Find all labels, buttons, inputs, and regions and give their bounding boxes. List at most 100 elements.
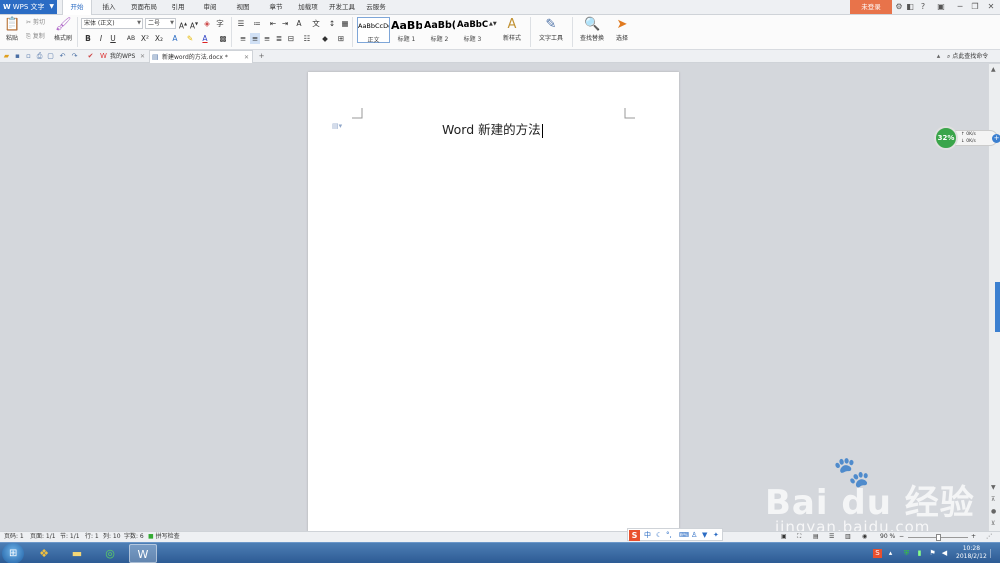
- align-center-icon[interactable]: ≡: [250, 33, 260, 44]
- clear-format-icon[interactable]: ◈: [202, 18, 212, 29]
- tab-chapter[interactable]: 章节: [263, 0, 289, 15]
- document-page[interactable]: ▤▾ Word 新建的方法: [308, 72, 679, 532]
- font-name-select[interactable]: 宋体 (正文) ▼: [81, 18, 143, 29]
- tab-cloud[interactable]: 云服务: [362, 0, 390, 15]
- text-tools-button[interactable]: ✎ 文字工具: [534, 17, 568, 42]
- settings-icon[interactable]: ⚙: [894, 2, 904, 12]
- bullet-list-icon[interactable]: ☰: [236, 18, 246, 29]
- help-icon[interactable]: ?: [918, 2, 928, 12]
- tab-addins[interactable]: 加载项: [294, 0, 322, 15]
- ime-user-icon[interactable]: ♙: [691, 530, 697, 541]
- side-panel-toggle[interactable]: [995, 282, 1000, 332]
- ime-toolbar[interactable]: S 中 ☾ °, ⌨ ♙ ▼ ✦: [627, 528, 723, 541]
- close-icon[interactable]: ✕: [140, 50, 145, 63]
- command-search[interactable]: ⌕ 点此查找命令: [947, 50, 988, 63]
- shrink-font-icon[interactable]: A▼: [189, 18, 199, 31]
- network-tray-icon[interactable]: ▮: [915, 549, 924, 558]
- bold-icon[interactable]: B: [83, 33, 93, 44]
- taskbar-app-browser[interactable]: ❖: [30, 544, 58, 563]
- ime-mode-icon[interactable]: 中: [644, 530, 651, 541]
- zoom-slider-thumb[interactable]: [936, 534, 941, 541]
- highlight-icon[interactable]: ✎: [185, 33, 195, 44]
- clock[interactable]: 10:28 2018/2/12: [956, 545, 987, 561]
- new-tab-icon[interactable]: +: [257, 52, 266, 61]
- scroll-up-icon[interactable]: ▲: [991, 66, 996, 73]
- fullscreen-icon[interactable]: ▣: [936, 2, 946, 12]
- network-speed-widget[interactable]: ↑ 0K/s ↓ 0K/s 32% +: [934, 126, 1000, 150]
- taskbar-app-wps[interactable]: W: [129, 544, 157, 563]
- tab-references[interactable]: 引用: [166, 0, 190, 15]
- font-color-icon[interactable]: A: [200, 33, 210, 44]
- increase-indent-icon[interactable]: ⇥: [280, 18, 290, 29]
- italic-icon[interactable]: I: [96, 33, 106, 44]
- undo-icon[interactable]: ↶: [58, 52, 67, 61]
- find-replace-button[interactable]: 🔍 查找替换: [576, 17, 608, 42]
- status-spellcheck[interactable]: ■ 拼写检查: [148, 532, 180, 542]
- justify-icon[interactable]: ≣: [274, 33, 284, 44]
- text-effect-icon[interactable]: A: [170, 33, 180, 44]
- view-print-icon[interactable]: ▣: [781, 532, 787, 542]
- cut-button[interactable]: ✂ 剪切: [26, 17, 45, 29]
- print-icon[interactable]: ⎙: [35, 52, 44, 61]
- tab-home[interactable]: 开始: [62, 0, 92, 16]
- font-size-select[interactable]: 二号 ▼: [145, 18, 176, 29]
- volume-icon[interactable]: ◀: [940, 549, 949, 558]
- view-web-icon[interactable]: ▤: [813, 532, 819, 542]
- flag-tray-icon[interactable]: ⚑: [928, 549, 937, 558]
- view-read-icon[interactable]: ▥: [845, 532, 851, 542]
- export-pdf-icon[interactable]: ▫: [24, 52, 33, 61]
- styles-scroll-icon[interactable]: ▲▼: [489, 19, 497, 30]
- copy-button[interactable]: ⎘ 复制: [26, 31, 45, 43]
- char-shading-icon[interactable]: ▩: [218, 33, 228, 44]
- print-preview-icon[interactable]: ▢: [46, 52, 55, 61]
- security-tray-icon[interactable]: ⛨: [902, 549, 911, 558]
- login-button[interactable]: 未登录: [850, 0, 892, 14]
- zoom-level[interactable]: 90 %: [880, 532, 895, 542]
- show-marks-icon[interactable]: ▦: [340, 18, 350, 29]
- style-normal[interactable]: AaBbCcDd 正文: [357, 17, 390, 44]
- style-heading-3[interactable]: AaBbC 标题 3: [457, 17, 488, 43]
- distributed-icon[interactable]: ⊟: [286, 33, 296, 44]
- taskbar-app-360[interactable]: ◎: [96, 544, 124, 563]
- text-direction-icon[interactable]: A: [294, 18, 304, 29]
- view-outline-icon[interactable]: ☰: [829, 532, 834, 542]
- paste-button[interactable]: 📋 粘贴: [3, 17, 21, 42]
- view-fullscreen-icon[interactable]: ⛶: [797, 532, 801, 542]
- taskbar-app-explorer[interactable]: ▬: [63, 544, 91, 563]
- collapse-icon[interactable]: ▴: [934, 52, 943, 61]
- pin-icon[interactable]: ✔: [86, 52, 95, 61]
- sort-icon[interactable]: ↕: [327, 18, 337, 29]
- border-icon[interactable]: ⊞: [336, 33, 346, 44]
- shading-icon[interactable]: ◆: [320, 33, 330, 44]
- tab-review[interactable]: 审阅: [197, 0, 223, 15]
- ime-moon-icon[interactable]: ☾: [656, 530, 662, 541]
- line-spacing-icon[interactable]: ☷: [302, 33, 312, 44]
- chinese-layout-icon[interactable]: 文: [311, 18, 321, 29]
- status-page-num[interactable]: 页码: 1: [4, 532, 24, 542]
- strikethrough-icon[interactable]: AB: [124, 33, 138, 44]
- accelerate-icon[interactable]: +: [992, 134, 1000, 143]
- tray-expand-icon[interactable]: ▴: [886, 549, 895, 558]
- superscript-icon[interactable]: X²: [140, 33, 150, 44]
- tab-page-layout[interactable]: 页面布局: [126, 0, 162, 15]
- prev-page-icon[interactable]: ⊼: [991, 496, 995, 503]
- tab-my-wps[interactable]: W 我的WPS ✕: [98, 50, 148, 63]
- select-button[interactable]: ➤ 选择: [611, 17, 633, 42]
- show-desktop-button[interactable]: [990, 549, 998, 558]
- zoom-out-icon[interactable]: −: [899, 532, 904, 542]
- skin-icon[interactable]: ◧: [905, 2, 915, 12]
- grow-font-icon[interactable]: A▲: [178, 18, 188, 31]
- open-folder-icon[interactable]: ▰: [2, 52, 11, 61]
- document-text[interactable]: Word 新建的方法: [442, 119, 543, 138]
- zoom-in-icon[interactable]: +: [971, 532, 976, 542]
- style-heading-2[interactable]: AaBb( 标题 2: [424, 17, 455, 43]
- new-style-button[interactable]: A 新样式: [499, 17, 525, 42]
- tab-current-document[interactable]: ▤ 新建word的方法.docx * ✕: [149, 50, 253, 63]
- align-right-icon[interactable]: ≡: [262, 33, 272, 44]
- close-icon[interactable]: ✕: [986, 2, 996, 12]
- next-page-icon[interactable]: ⊻: [991, 520, 995, 527]
- numbered-list-icon[interactable]: ≔: [252, 18, 262, 29]
- ime-keyboard-icon[interactable]: ⌨: [679, 530, 689, 541]
- redo-icon[interactable]: ↷: [70, 52, 79, 61]
- ime-skin-icon[interactable]: ▼: [702, 530, 707, 541]
